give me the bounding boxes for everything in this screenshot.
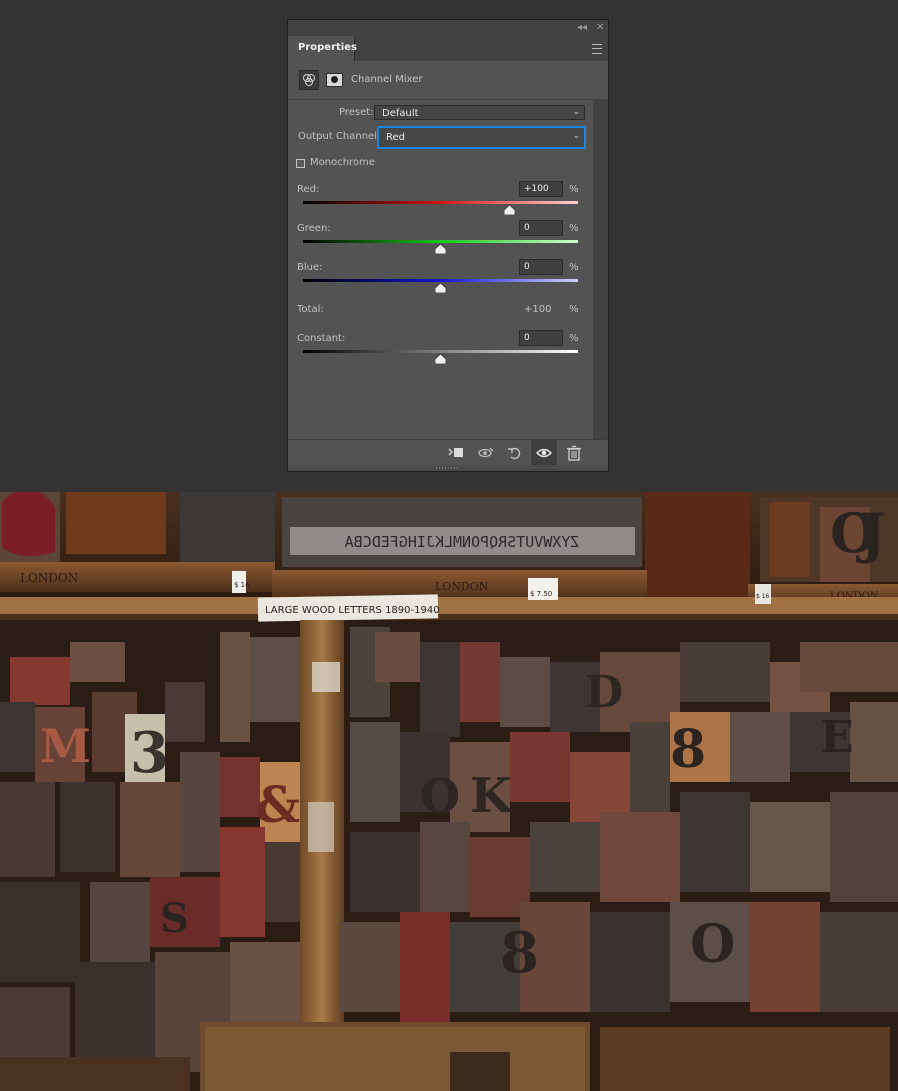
- blue-slider-track[interactable]: [303, 279, 578, 282]
- total-value: +100: [524, 304, 552, 315]
- total-label: Total:: [297, 304, 324, 315]
- constant-slider-thumb[interactable]: [435, 354, 446, 364]
- monochrome-checkbox[interactable]: [296, 159, 305, 168]
- green-value-field[interactable]: 0: [519, 220, 563, 236]
- close-panel-icon[interactable]: ✕: [596, 21, 604, 35]
- svg-text:O: O: [690, 914, 735, 975]
- panel-resize-grip[interactable]: [288, 465, 608, 471]
- layer-mask-icon[interactable]: [326, 73, 343, 87]
- large-wood-letters-tag: LARGE WOOD LETTERS 1890-1940: [265, 605, 440, 616]
- output-channel-value: Red: [386, 132, 405, 143]
- toggle-visibility-button[interactable]: [531, 440, 557, 466]
- trash-icon: [567, 445, 581, 461]
- reset-icon: [508, 447, 521, 460]
- adjustment-title: Channel Mixer: [351, 74, 423, 85]
- green-slider-track[interactable]: [303, 240, 578, 243]
- svg-text:K: K: [470, 768, 514, 824]
- panel-tab-row: Properties: [288, 36, 608, 61]
- preset-dropdown[interactable]: Default ⌄: [374, 105, 585, 120]
- green-slider-thumb[interactable]: [435, 244, 446, 254]
- blue-label: Blue:: [297, 262, 323, 273]
- constant-slider-track[interactable]: [303, 350, 578, 353]
- delete-adjustment-button[interactable]: [561, 440, 587, 466]
- svg-text:8: 8: [500, 920, 539, 986]
- output-channel-label: Output Channel:: [298, 131, 381, 142]
- svg-text:3: 3: [130, 720, 169, 786]
- chevron-down-icon: ⌄: [572, 107, 580, 117]
- alphabet-strip-text: ZYXWVUTSRQPONMLKJIHGFEDCBA: [345, 533, 580, 551]
- view-previous-state-icon: [478, 447, 494, 458]
- panel-menu-icon[interactable]: [592, 44, 602, 54]
- red-percent-unit: %: [569, 184, 579, 195]
- red-slider-track[interactable]: [303, 201, 578, 204]
- svg-text:M: M: [40, 719, 91, 773]
- constant-value-field[interactable]: 0: [519, 330, 563, 346]
- green-label: Green:: [297, 223, 331, 234]
- blue-percent-unit: %: [569, 262, 579, 273]
- total-percent-unit: %: [569, 304, 579, 315]
- price-tag-b: $ 7.50: [530, 590, 552, 598]
- price-tag-c: $ 16: [756, 593, 770, 600]
- green-percent-unit: %: [569, 223, 579, 234]
- red-label: Red:: [297, 184, 320, 195]
- reset-button[interactable]: [502, 440, 528, 466]
- collapse-panel-icon[interactable]: ◂◂: [577, 21, 587, 35]
- panel-body: Channel Mixer Preset: Default ⌄ Output C…: [288, 61, 608, 439]
- tab-properties[interactable]: Properties: [288, 36, 357, 61]
- london-stamp-left: LONDON: [20, 571, 78, 585]
- svg-text:J: J: [856, 501, 886, 565]
- blue-slider-thumb[interactable]: [435, 283, 446, 293]
- red-value-field[interactable]: +100: [519, 181, 563, 197]
- monochrome-label: Monochrome: [310, 157, 375, 168]
- adjustment-header: Channel Mixer: [288, 61, 608, 100]
- clip-to-layer-icon: [448, 448, 463, 457]
- red-slider-thumb[interactable]: [503, 205, 515, 215]
- london-stamp-mid: LONDON: [435, 580, 489, 593]
- properties-panel: ◂◂ ✕ Properties Channel Mixer Preset: De…: [287, 19, 609, 472]
- svg-text:E: E: [820, 712, 854, 763]
- panel-bottom-toolbar: [288, 439, 608, 466]
- preset-value: Default: [382, 108, 419, 119]
- svg-text:8: 8: [670, 719, 706, 780]
- view-previous-state-button[interactable]: [473, 440, 499, 466]
- constant-percent-unit: %: [569, 333, 579, 344]
- channel-mixer-icon: [299, 70, 319, 90]
- svg-text:O: O: [420, 769, 460, 823]
- svg-text:D: D: [585, 667, 623, 718]
- svg-text:S: S: [160, 895, 189, 942]
- clip-to-layer-button[interactable]: [443, 440, 469, 466]
- visibility-eye-icon: [536, 448, 552, 458]
- output-channel-dropdown[interactable]: Red ⌄: [377, 126, 586, 149]
- panel-scrollbar[interactable]: [593, 99, 608, 439]
- tab-properties-label: Properties: [298, 42, 357, 53]
- constant-label: Constant:: [297, 333, 346, 344]
- wood-type-letters-photo: ZYXWVUTSRQPONMLKJIHGFEDCBA LONDON LONDON…: [0, 492, 898, 1091]
- panel-title-bar: ◂◂ ✕: [288, 20, 608, 36]
- svg-text:&: &: [255, 775, 300, 834]
- chevron-down-icon: ⌄: [572, 131, 580, 141]
- preset-label: Preset:: [339, 107, 374, 118]
- photo-canvas: ZYXWVUTSRQPONMLKJIHGFEDCBA LONDON LONDON…: [0, 492, 898, 1091]
- price-tag-a: $ 14: [234, 581, 250, 589]
- blue-value-field[interactable]: 0: [519, 259, 563, 275]
